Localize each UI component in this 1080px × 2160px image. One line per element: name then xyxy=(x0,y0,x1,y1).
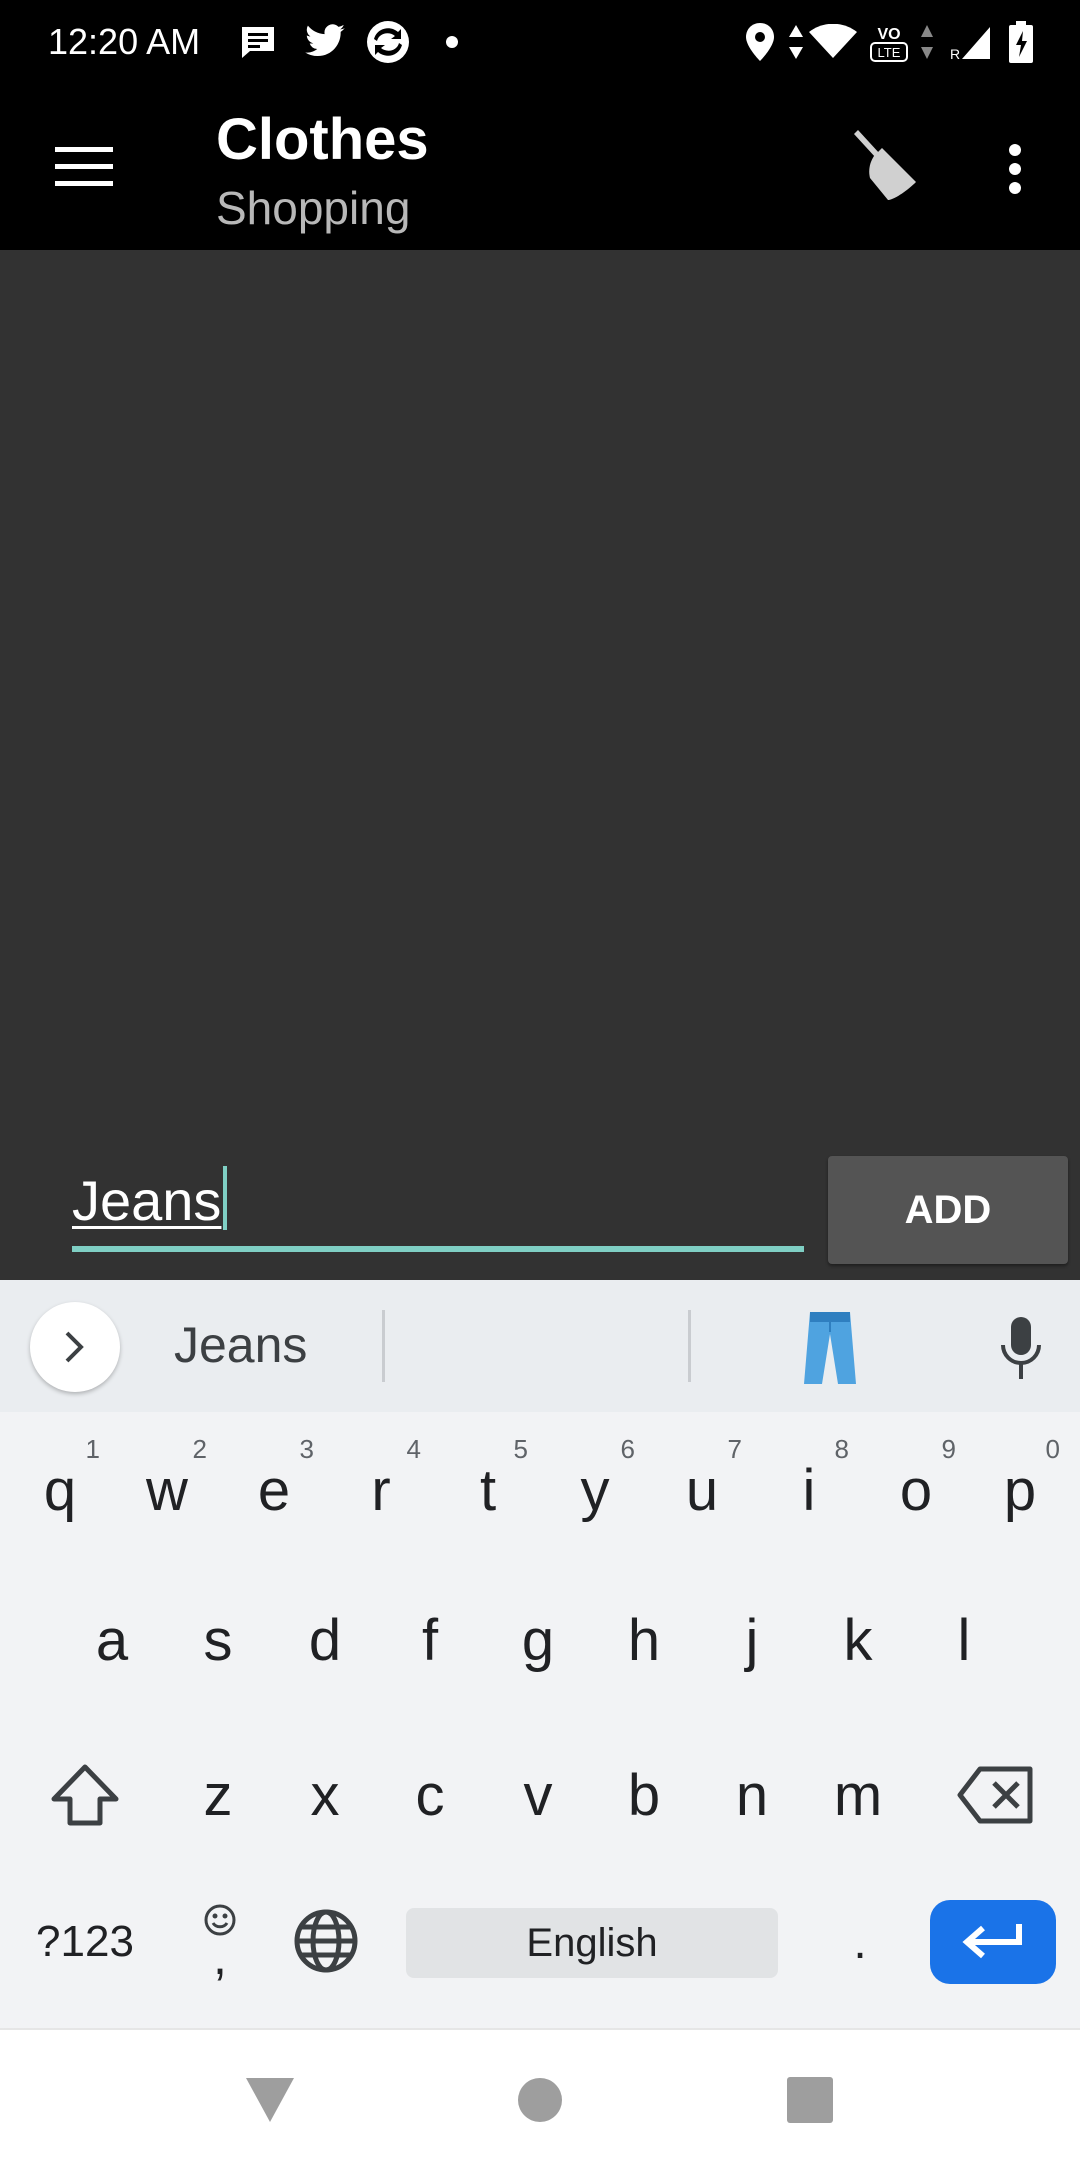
battery-icon xyxy=(1006,18,1036,66)
svg-text:VO: VO xyxy=(877,26,900,43)
input-underline xyxy=(72,1246,804,1252)
key-t[interactable]: t5 xyxy=(438,1430,538,1550)
location-icon xyxy=(742,18,778,66)
volte-icon: VO LTE xyxy=(866,18,912,66)
item-input[interactable]: Jeans xyxy=(72,1156,804,1252)
key-x[interactable]: x xyxy=(275,1735,375,1855)
spacebar[interactable]: English xyxy=(406,1908,778,1978)
key-i[interactable]: i8 xyxy=(759,1430,859,1550)
globe-icon[interactable] xyxy=(284,1896,368,1986)
key-h[interactable]: h xyxy=(594,1580,694,1700)
hamburger-menu-icon[interactable] xyxy=(40,134,128,200)
key-label: i xyxy=(802,1457,816,1523)
key-s[interactable]: s xyxy=(168,1580,268,1700)
symbols-key[interactable]: ?123 xyxy=(20,1900,150,1984)
suggestion-item[interactable]: Jeans xyxy=(174,1310,307,1380)
key-hint: 9 xyxy=(941,1434,956,1464)
key-label: w xyxy=(146,1457,188,1523)
key-label: e xyxy=(257,1457,291,1523)
key-p[interactable]: p0 xyxy=(970,1430,1070,1550)
key-o[interactable]: o9 xyxy=(866,1430,966,1550)
enter-icon xyxy=(962,1924,1022,1959)
key-f[interactable]: f xyxy=(380,1580,480,1700)
key-hint: 7 xyxy=(727,1434,742,1464)
svg-text:R: R xyxy=(950,46,960,61)
key-hint: 5 xyxy=(513,1434,528,1464)
shift-icon[interactable] xyxy=(30,1735,140,1855)
broom-icon[interactable] xyxy=(836,116,936,216)
app-bar: Clothes Shopping xyxy=(0,84,1080,250)
item-input-value: Jeans xyxy=(72,1169,222,1232)
key-l[interactable]: l xyxy=(914,1580,1014,1700)
key-y[interactable]: y6 xyxy=(545,1430,645,1550)
key-e[interactable]: e3 xyxy=(224,1430,324,1550)
page-title: Clothes xyxy=(216,107,429,172)
period-key[interactable]: . xyxy=(820,1900,900,1984)
signal-icon: R xyxy=(950,18,992,66)
sync-app-icon xyxy=(364,18,412,66)
key-k[interactable]: k xyxy=(808,1580,908,1700)
backspace-icon[interactable] xyxy=(940,1735,1050,1855)
data-arrows-icon xyxy=(786,18,806,66)
key-label: r xyxy=(371,1457,391,1523)
key-q[interactable]: q1 xyxy=(10,1430,110,1550)
list-area xyxy=(0,250,1080,1280)
key-hint: 6 xyxy=(620,1434,635,1464)
key-g[interactable]: g xyxy=(488,1580,588,1700)
key-j[interactable]: j xyxy=(702,1580,802,1700)
key-hint: 1 xyxy=(85,1434,100,1464)
key-w[interactable]: w2 xyxy=(117,1430,217,1550)
key-hint: 4 xyxy=(406,1434,421,1464)
key-hint: 8 xyxy=(834,1434,849,1464)
back-icon[interactable] xyxy=(230,2060,310,2140)
key-n[interactable]: n xyxy=(702,1735,802,1855)
emoji-comma-key[interactable]: , xyxy=(180,1890,260,1990)
key-u[interactable]: u7 xyxy=(652,1430,752,1550)
chevron-right-icon[interactable] xyxy=(30,1302,120,1392)
add-button[interactable]: ADD xyxy=(828,1156,1068,1264)
suggestion-bar: Jeans xyxy=(0,1280,1080,1412)
key-label: p xyxy=(1003,1457,1037,1523)
key-hint: 3 xyxy=(299,1434,314,1464)
svg-text:LTE: LTE xyxy=(878,45,901,60)
key-z[interactable]: z xyxy=(168,1735,268,1855)
page-subtitle: Shopping xyxy=(216,182,411,234)
enter-key[interactable] xyxy=(930,1900,1056,1984)
suggestion-divider xyxy=(688,1310,691,1382)
suggestion-divider xyxy=(382,1310,385,1382)
key-hint: 2 xyxy=(192,1434,207,1464)
key-d[interactable]: d xyxy=(275,1580,375,1700)
key-hint: 0 xyxy=(1045,1434,1060,1464)
text-caret xyxy=(223,1166,228,1230)
key-b[interactable]: b xyxy=(594,1735,694,1855)
soft-keyboard: Jeans q1 w2 e3 r4 t5 y6 u7 i8 o9 p0 a s … xyxy=(0,1280,1080,2028)
status-bar: 12:20 AM VO LTE R xyxy=(0,0,1080,84)
key-label: t xyxy=(479,1457,497,1523)
key-v[interactable]: v xyxy=(488,1735,588,1855)
recents-icon[interactable] xyxy=(770,2060,850,2140)
data-arrows-icon xyxy=(918,18,936,66)
microphone-icon[interactable] xyxy=(986,1308,1056,1388)
key-a[interactable]: a xyxy=(62,1580,162,1700)
system-nav-bar xyxy=(0,2028,1080,2160)
key-c[interactable]: c xyxy=(380,1735,480,1855)
comma-label: , xyxy=(213,1929,227,1985)
item-input-text[interactable]: Jeans xyxy=(72,1166,228,1236)
key-r[interactable]: r4 xyxy=(331,1430,431,1550)
more-vert-icon[interactable] xyxy=(980,124,1050,214)
wifi-icon xyxy=(808,18,858,66)
key-m[interactable]: m xyxy=(808,1735,908,1855)
notification-dot-icon xyxy=(440,18,464,66)
home-icon[interactable] xyxy=(500,2060,580,2140)
twitter-icon xyxy=(300,18,350,66)
key-label: u xyxy=(685,1457,719,1523)
message-icon xyxy=(236,18,280,66)
key-label: o xyxy=(899,1457,933,1523)
key-label: q xyxy=(43,1457,77,1523)
status-time: 12:20 AM xyxy=(48,21,201,62)
jeans-emoji-icon[interactable] xyxy=(800,1310,860,1386)
key-label: y xyxy=(580,1457,610,1523)
